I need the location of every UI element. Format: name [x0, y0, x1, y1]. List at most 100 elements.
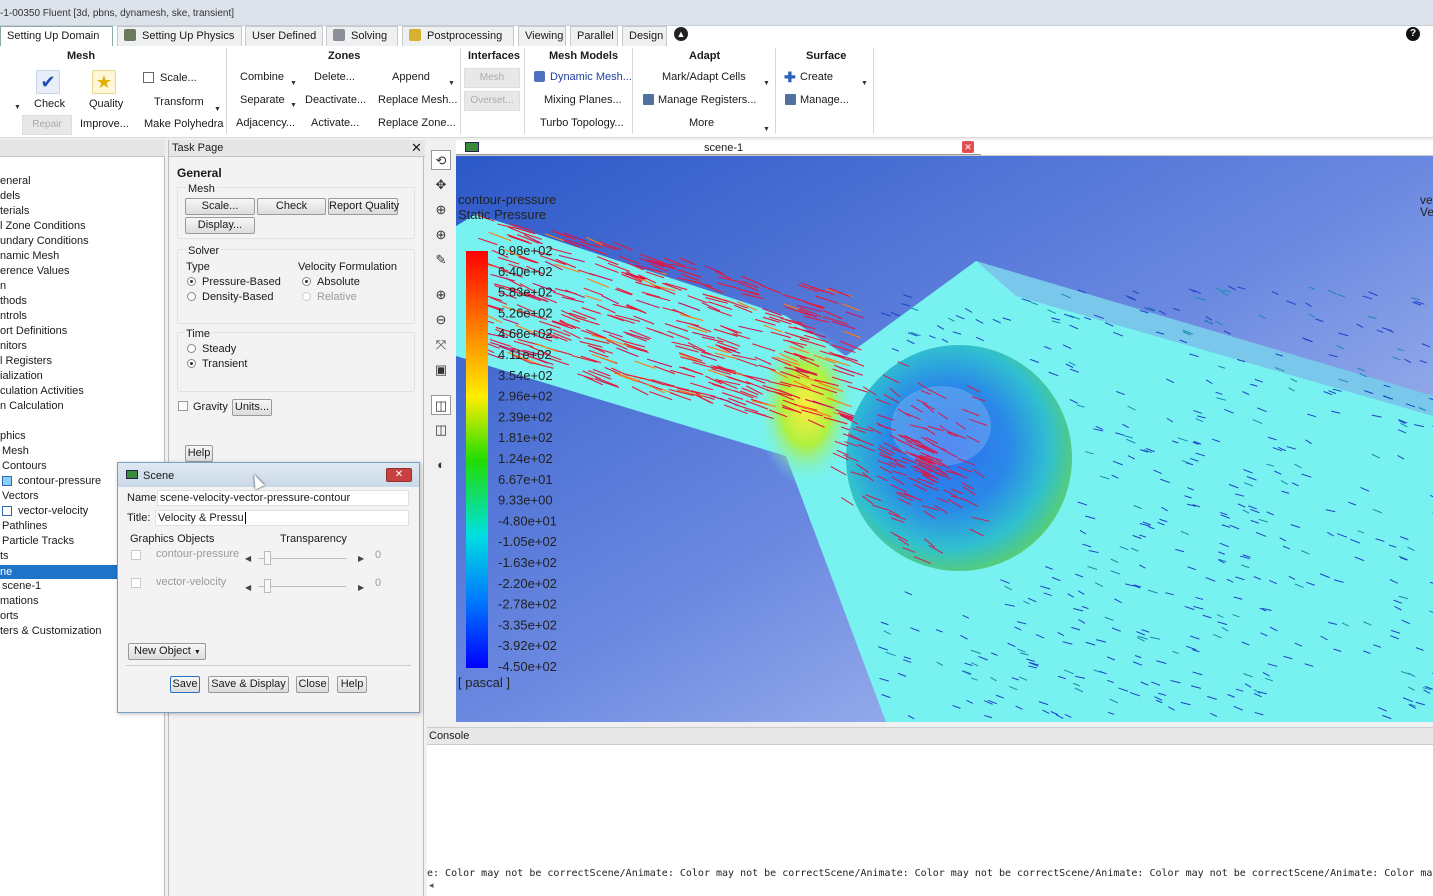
- view-cube-icon[interactable]: ◫: [431, 395, 451, 415]
- zoom-in-icon[interactable]: ⊕: [431, 285, 451, 305]
- chevron-down-icon[interactable]: ▼: [290, 102, 297, 109]
- tree-item[interactable]: undary Conditions: [0, 235, 89, 247]
- tree-item[interactable]: phics: [0, 430, 26, 442]
- tree-item[interactable]: contour-pressure: [0, 475, 101, 487]
- chevron-down-icon[interactable]: ▼: [763, 126, 770, 133]
- star-icon[interactable]: ★: [92, 70, 116, 94]
- zoom-out-icon[interactable]: ⊖: [431, 310, 451, 330]
- tree-item[interactable]: ort Definitions: [0, 325, 67, 337]
- create-surface-button[interactable]: Create: [800, 71, 833, 83]
- rotate-icon[interactable]: ⟲: [431, 150, 451, 170]
- pan-icon[interactable]: ✥: [431, 175, 451, 195]
- absolute-radio[interactable]: [302, 277, 311, 286]
- save-button[interactable]: Save: [170, 676, 200, 693]
- scene-name-field[interactable]: scene-velocity-vector-pressure-contour: [157, 490, 409, 506]
- tab-design[interactable]: Design: [622, 26, 667, 46]
- tab-parallel[interactable]: Parallel: [570, 26, 618, 46]
- deactivate-button[interactable]: Deactivate...: [305, 94, 366, 106]
- tree-item[interactable]: ters & Customization: [0, 625, 101, 637]
- slider-right-icon[interactable]: ▶: [358, 583, 364, 592]
- tree-item[interactable]: namic Mesh: [0, 250, 59, 262]
- combine-button[interactable]: Combine: [240, 71, 284, 83]
- help-button[interactable]: Help: [185, 445, 213, 462]
- turbo-topology-button[interactable]: Turbo Topology...: [540, 117, 624, 129]
- scene-render[interactable]: 6.98e+02 6.40e+02 5.83e+02 5.26e+02 4.68e+02…: [456, 156, 1433, 722]
- tree-item[interactable]: n: [0, 280, 6, 292]
- tree-item[interactable]: mations: [0, 595, 39, 607]
- tree-item[interactable]: ne: [0, 565, 118, 579]
- relative-radio[interactable]: [302, 292, 311, 301]
- activate-button[interactable]: Activate...: [311, 117, 359, 129]
- tab-viewing[interactable]: Viewing: [518, 26, 566, 46]
- mark-adapt-cells-button[interactable]: Mark/Adapt Cells: [662, 71, 746, 83]
- tab-postprocessing[interactable]: Postprocessing: [402, 26, 514, 46]
- transparency-slider-thumb[interactable]: [264, 551, 271, 565]
- gravity-checkbox[interactable]: [178, 401, 188, 411]
- transient-radio[interactable]: [187, 359, 196, 368]
- slider-left-icon[interactable]: ◀: [245, 583, 251, 592]
- tree-item[interactable]: Particle Tracks: [0, 535, 74, 547]
- chevron-down-icon[interactable]: ▼: [290, 80, 297, 87]
- views-dropdown-icon[interactable]: ◐: [431, 455, 451, 475]
- scroll-left-icon[interactable]: ◂: [429, 880, 434, 891]
- transparency-slider-track[interactable]: [258, 586, 346, 587]
- close-icon[interactable]: ✕: [411, 140, 422, 156]
- tab-setting-up-physics[interactable]: Setting Up Physics: [117, 26, 242, 46]
- display-button[interactable]: Display...: [185, 217, 255, 234]
- help-icon[interactable]: ?: [1406, 27, 1420, 41]
- transparency-slider-track[interactable]: [258, 558, 346, 559]
- density-based-radio[interactable]: [187, 292, 196, 301]
- tree-item[interactable]: ts: [0, 550, 9, 562]
- chevron-down-icon[interactable]: ▼: [448, 80, 455, 87]
- pressure-based-radio[interactable]: [187, 277, 196, 286]
- report-quality-button[interactable]: Report Quality: [328, 198, 399, 215]
- fit-icon[interactable]: ▣: [431, 360, 451, 380]
- tree-item[interactable]: dels: [0, 190, 20, 202]
- replace-zone-button[interactable]: Replace Zone...: [378, 117, 456, 129]
- manage-surface-button[interactable]: Manage...: [800, 94, 849, 106]
- vector-velocity-checkbox[interactable]: [131, 578, 141, 588]
- graphics-viewport[interactable]: 6.98e+02 6.40e+02 5.83e+02 5.26e+02 4.68e+02…: [456, 156, 1433, 722]
- tree-item[interactable]: thods: [0, 295, 27, 307]
- tree-item[interactable]: Contours: [0, 460, 47, 472]
- console-panel[interactable]: Console e: Color may not be correctScene…: [427, 727, 1433, 896]
- axes-icon[interactable]: ⤧: [431, 335, 451, 355]
- tree-item[interactable]: eneral: [0, 175, 31, 187]
- check-button[interactable]: Check: [257, 198, 326, 215]
- more-button[interactable]: More: [689, 117, 714, 129]
- chevron-down-icon[interactable]: ▼: [14, 104, 21, 111]
- dynamic-mesh-button[interactable]: Dynamic Mesh...: [550, 71, 632, 83]
- tree-item[interactable]: nitors: [0, 340, 27, 352]
- scale-button[interactable]: Scale...: [160, 72, 197, 84]
- make-polyhedra-button[interactable]: Make Polyhedra: [144, 118, 224, 130]
- tree-item[interactable]: ialization: [0, 370, 43, 382]
- delete-button[interactable]: Delete...: [314, 71, 355, 83]
- help-button[interactable]: Help: [337, 676, 367, 693]
- tab-solving[interactable]: Solving: [326, 26, 398, 46]
- transparency-slider-thumb[interactable]: [264, 579, 271, 593]
- tree-item[interactable]: Mesh: [0, 445, 29, 457]
- repair-button[interactable]: Repair: [22, 115, 72, 135]
- tree-item[interactable]: erence Values: [0, 265, 70, 277]
- close-tab-icon[interactable]: ✕: [962, 141, 974, 153]
- close-button[interactable]: Close: [296, 676, 329, 693]
- tree-item[interactable]: l Registers: [0, 355, 52, 367]
- transform-button[interactable]: Transform: [154, 96, 204, 108]
- overset-button[interactable]: Overset...: [464, 91, 520, 111]
- slider-right-icon[interactable]: ▶: [358, 554, 364, 563]
- manage-registers-button[interactable]: Manage Registers...: [658, 94, 756, 106]
- check-button[interactable]: Check: [34, 98, 65, 110]
- dialog-title-bar[interactable]: Scene ✕: [118, 463, 419, 487]
- interface-mesh-button[interactable]: Mesh: [464, 68, 520, 88]
- tree-item[interactable]: ntrols: [0, 310, 27, 322]
- tree-item[interactable]: scene-1: [0, 580, 41, 592]
- zoom-icon[interactable]: ⊕: [431, 200, 451, 220]
- isometric-view-icon[interactable]: ◫: [431, 420, 451, 440]
- tree-item[interactable]: Vectors: [0, 490, 39, 502]
- check-icon[interactable]: ✔: [36, 70, 60, 94]
- steady-radio[interactable]: [187, 344, 196, 353]
- tab-setting-up-domain[interactable]: Setting Up Domain: [0, 26, 113, 46]
- chevron-down-icon[interactable]: ▼: [861, 80, 868, 87]
- scale-button[interactable]: Scale...: [185, 198, 255, 215]
- quality-button[interactable]: Quality: [89, 98, 123, 110]
